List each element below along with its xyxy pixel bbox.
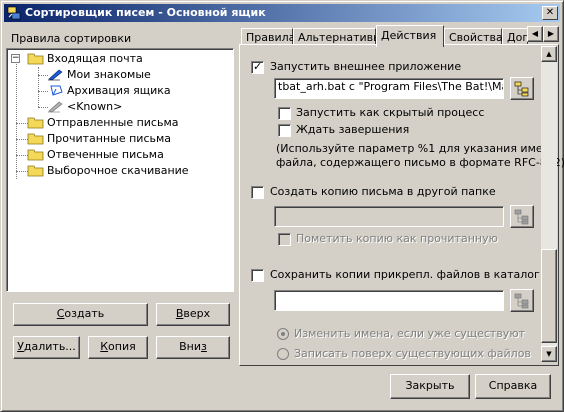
title-bar[interactable]: Сортировщик писем - Основной ящик ✕ [4, 4, 560, 22]
sorter-window: Сортировщик писем - Основной ящик ✕ Прав… [0, 0, 564, 412]
tree-item-label: Входящая почта [47, 52, 143, 65]
rules-label: Правила сортировки [11, 32, 132, 45]
pencil-icon [48, 69, 63, 81]
tab-scroll-right-button[interactable]: ▶ [543, 26, 559, 42]
tree-item-label: Мои знакомые [67, 68, 151, 81]
overwrite-existing-label: Записать поверх существующих файлов [294, 347, 531, 360]
hint-text-line2: файла, содержащего письмо в формате RFC-… [276, 156, 564, 169]
close-icon: ✕ [545, 7, 555, 18]
save-attachments-label: Сохранить копии прикрепл. файлов в катал… [270, 268, 544, 281]
scroll-thumb[interactable] [541, 249, 557, 343]
folder-icon [27, 117, 44, 129]
tree-collapse-toggle[interactable]: − [11, 54, 20, 63]
scroll-down-button[interactable]: ▼ [541, 346, 557, 362]
hint-text-line1: (Используйте параметр %1 для указания им… [276, 142, 557, 155]
tree-item-label: Отправленные письма [47, 116, 179, 129]
folder-icon [27, 133, 44, 145]
copy-folder-field [274, 206, 504, 227]
run-hidden-checkbox[interactable] [278, 107, 291, 120]
radio-dot [281, 332, 285, 336]
window-title: Сортировщик писем - Основной ящик [25, 6, 266, 19]
tree-connector [38, 67, 39, 107]
wait-finish-checkbox[interactable] [278, 124, 291, 137]
mark-copy-read-label: Пометить копию как прочитанную [296, 232, 498, 245]
tree-item-label: Отвеченные письма [47, 148, 164, 161]
scroll-up-button[interactable]: ▲ [541, 46, 557, 62]
tree-browse-icon [514, 209, 529, 225]
folder-icon [27, 165, 44, 177]
tree-item-label: <Known> [67, 100, 123, 113]
tree-item-label: Архивация ящика [67, 84, 171, 97]
command-field[interactable]: tbat_arh.bat c "Program Files\The Bat!\M… [274, 78, 504, 99]
tree-item-label: Выборочное скачивание [47, 164, 189, 177]
tab-strip: Правила Альтернативы Действия Свойства Д… [239, 25, 559, 47]
rules-tree[interactable]: − Входящая почта Мои знакомые Архивация … [6, 48, 234, 292]
rename-existing-radio [277, 328, 289, 340]
window-close-button[interactable]: ✕ [542, 6, 558, 20]
folder-icon [27, 53, 44, 65]
create-button[interactable]: Создать [13, 303, 148, 326]
arrow-left-icon: ◀ [531, 29, 539, 38]
copy-to-folder-label: Создать копию письма в другой папке [270, 185, 496, 198]
rename-existing-label: Изменить имена, если уже существуют [294, 327, 525, 340]
tree-connector [16, 59, 17, 179]
folder-icon [27, 149, 44, 161]
attachments-dir-field[interactable] [274, 290, 504, 311]
tree-browse-icon [514, 293, 529, 309]
pencil-icon [50, 85, 63, 96]
move-down-button[interactable]: Вниз [156, 336, 230, 359]
tree-browse-icon [514, 81, 529, 97]
actions-scrollbar[interactable]: ▲ ▼ [541, 46, 557, 362]
browse-dir-button[interactable] [510, 289, 534, 312]
copy-to-folder-checkbox[interactable] [251, 186, 264, 199]
save-attachments-checkbox[interactable] [251, 269, 264, 282]
mark-copy-read-checkbox [278, 233, 291, 246]
browse-command-button[interactable] [510, 77, 534, 100]
wait-finish-label: Ждать завершения [296, 123, 410, 136]
run-app-checkbox[interactable]: ✓ [251, 60, 264, 74]
arrow-down-icon: ▼ [546, 350, 552, 358]
close-button[interactable]: Закрыть [390, 374, 470, 399]
browse-folder-button[interactable] [510, 205, 534, 228]
run-app-label: Запустить внешнее приложение [270, 60, 462, 73]
help-button[interactable]: Справка [475, 374, 551, 399]
pencil-icon [48, 101, 63, 113]
tab-actions[interactable]: Действия [376, 25, 444, 47]
arrow-right-icon: ▶ [547, 29, 555, 38]
arrow-up-icon: ▲ [546, 50, 552, 58]
copy-button[interactable]: Копия [88, 336, 148, 359]
run-hidden-label: Запустить как скрытый процесс [296, 106, 485, 119]
check-icon: ✓ [253, 60, 263, 73]
app-icon [7, 6, 21, 20]
overwrite-existing-radio [277, 348, 289, 360]
move-up-button[interactable]: Вверх [156, 303, 230, 326]
delete-button[interactable]: Удалить... [13, 336, 80, 359]
tab-scroll-left-button[interactable]: ◀ [527, 26, 543, 42]
tree-item-label: Прочитанные письма [47, 132, 172, 145]
